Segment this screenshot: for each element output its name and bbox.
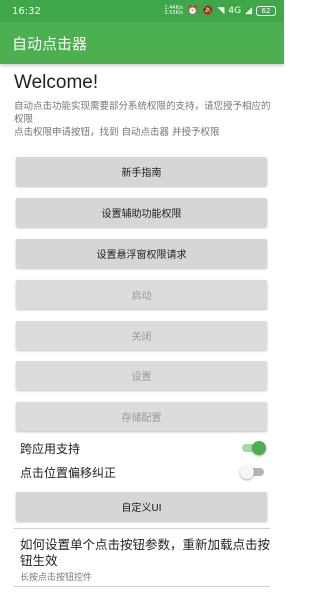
save-config-button[interactable]: 存储配置 xyxy=(16,402,267,431)
description-line-1: 自动点击功能实现需要部分系统权限的支持，请您授予相应的权限 xyxy=(14,101,271,125)
app-title: 自动点击器 xyxy=(12,34,88,53)
guide-button[interactable]: 新手指南 xyxy=(16,157,267,186)
settings-button[interactable]: 设置 xyxy=(16,361,267,390)
net-speed-down: 3.53K/s xyxy=(164,10,184,16)
custom-ui-button[interactable]: 自定义UI xyxy=(16,492,267,521)
alarm-icon: ⏰ xyxy=(187,6,199,16)
start-button[interactable]: 启动 xyxy=(16,280,267,309)
app-bar: 自动点击器 xyxy=(0,22,284,64)
cross-app-switch[interactable] xyxy=(240,441,266,455)
divider xyxy=(14,528,270,529)
tip-subtitle: 长按点击按钮控件 xyxy=(20,573,93,583)
switch-thumb xyxy=(240,465,254,479)
cross-app-row: 跨应用支持 xyxy=(20,436,266,460)
tip-title: 如何设置单个点击按钮参数，重新加载点击按钮生效 xyxy=(20,537,271,568)
network-type: 4G xyxy=(228,6,242,16)
mute-icon: 🔕 xyxy=(202,6,214,16)
close-button[interactable]: 关闭 xyxy=(16,321,267,350)
status-bar: 16:32 1.44K/s 3.53K/s ⏰ 🔕 ◥ 4G ◢ 62 xyxy=(0,0,284,22)
status-time: 16:32 xyxy=(12,5,41,17)
cross-app-label: 跨应用支持 xyxy=(20,441,81,456)
offset-fix-label: 点击位置偏移纠正 xyxy=(20,465,117,480)
status-icons: 1.44K/s 3.53K/s ⏰ 🔕 ◥ 4G ◢ 62 xyxy=(164,6,276,16)
wifi-icon: ◥ xyxy=(217,6,225,16)
divider xyxy=(14,586,270,587)
accessibility-permission-button[interactable]: 设置辅助功能权限 xyxy=(16,198,267,227)
permission-description: 自动点击功能实现需要部分系统权限的支持，请您授予相应的权限 点击权限申请按钮，找… xyxy=(14,100,272,139)
description-line-2: 点击权限申请按钮，找到 自动点击器 并授予权限 xyxy=(14,127,220,138)
signal-icon: ◢ xyxy=(245,6,252,16)
offset-fix-switch[interactable] xyxy=(240,465,266,479)
switch-thumb xyxy=(252,441,266,455)
offset-fix-row: 点击位置偏移纠正 xyxy=(20,460,266,484)
network-speed: 1.44K/s 3.53K/s xyxy=(164,6,183,16)
battery-icon: 62 xyxy=(256,6,276,16)
welcome-heading: Welcome! xyxy=(14,72,99,93)
overlay-permission-button[interactable]: 设置悬浮窗权限请求 xyxy=(16,239,267,268)
